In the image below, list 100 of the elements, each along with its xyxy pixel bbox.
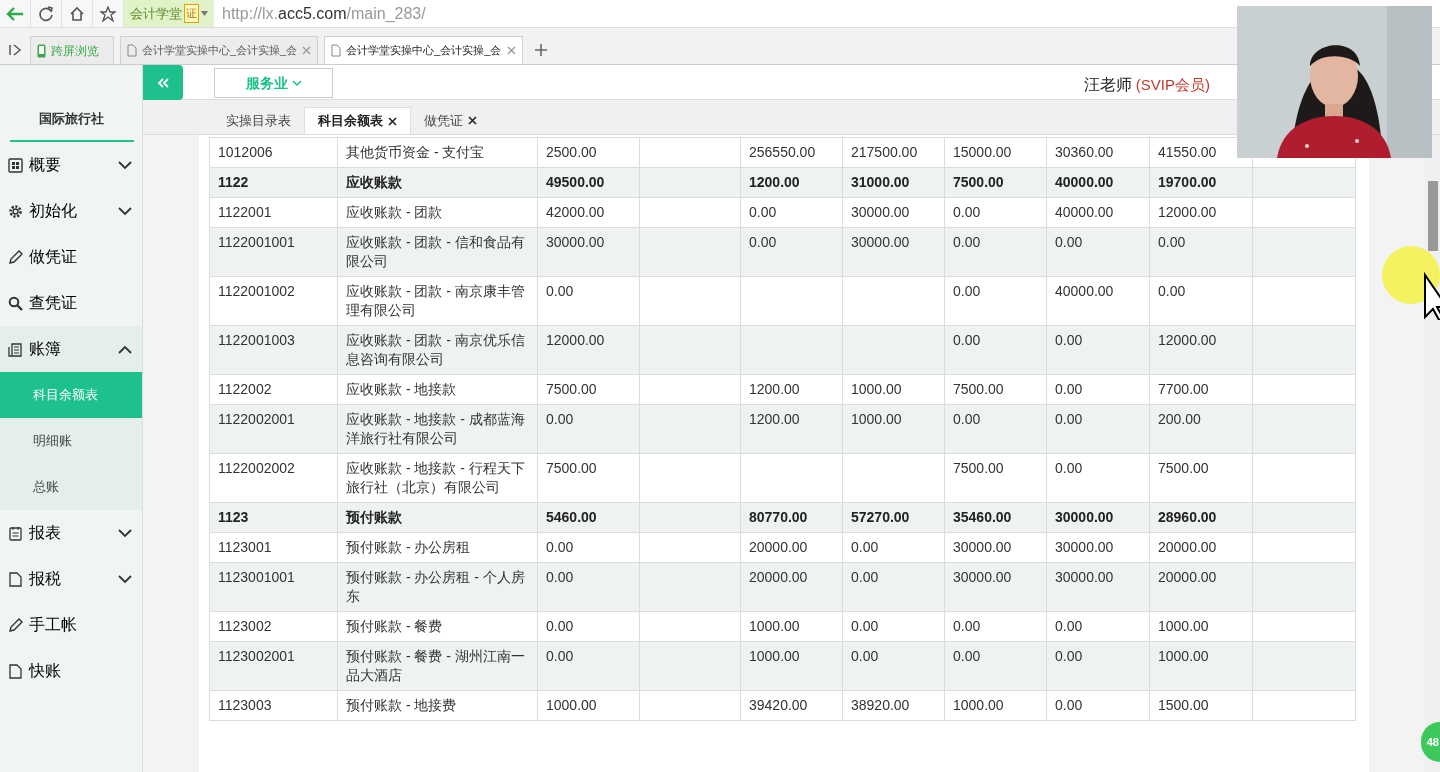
- table-cell: 1123001001: [209, 562, 338, 612]
- table-cell: 1122002002: [209, 453, 338, 503]
- table-cell: 预付账款 - 餐费: [337, 611, 538, 642]
- table-cell: 预付账款: [337, 502, 538, 533]
- table-cell: 应收账款 - 团款 - 南京优乐信息咨询有限公司: [337, 325, 538, 375]
- table-cell: 7500.00: [1149, 453, 1253, 503]
- table-cell: 0.00: [842, 641, 945, 691]
- table-cell: 12000.00: [537, 325, 640, 375]
- table-cell: 39420.00: [740, 690, 843, 721]
- table-cell: 应收账款 - 地接款 - 成都蓝海洋旅行社有限公司: [337, 404, 538, 454]
- table-cell: 12000.00: [1149, 325, 1253, 375]
- membership-label: (SVIP会员): [1135, 74, 1210, 95]
- table-cell: 57270.00: [842, 502, 945, 533]
- table-cell: 0.00: [537, 276, 640, 326]
- table-cell: 7500.00: [537, 453, 640, 503]
- table-cell: 31000.00: [842, 167, 945, 198]
- table-cell: 40000.00: [1046, 276, 1150, 326]
- table-cell: 应收账款: [337, 167, 538, 198]
- table-cell: 30000.00: [842, 227, 945, 277]
- table-cell: 1123002001: [209, 641, 338, 691]
- table-cell: 80770.00: [740, 502, 843, 533]
- table-cell: 0.00: [1046, 690, 1150, 721]
- table-cell: 0.00: [1046, 374, 1150, 405]
- table-cell: 1123003: [209, 690, 338, 721]
- table-cell: 0.00: [944, 641, 1047, 691]
- table-cell: 0.00: [842, 532, 945, 563]
- table-cell: 20000.00: [740, 532, 843, 563]
- table-cell: 19700.00: [1149, 167, 1253, 198]
- table-cell: 1000.00: [1149, 641, 1253, 691]
- table-cell: 1122001001: [209, 227, 338, 277]
- table-cell: 0.00: [944, 197, 1047, 228]
- table-cell: 40000.00: [1046, 167, 1150, 198]
- table-cell: 20000.00: [740, 562, 843, 612]
- table-cell: 30000.00: [944, 562, 1047, 612]
- table-cell: 应收账款 - 地接款 - 行程天下旅行社（北京）有限公司: [337, 453, 538, 503]
- table-cell: 1122002: [209, 374, 338, 405]
- table-cell: 30000.00: [842, 197, 945, 228]
- table-cell: 1000.00: [740, 641, 843, 691]
- table-cell: 1122002001: [209, 404, 338, 454]
- table-cell: 0.00: [1046, 611, 1150, 642]
- table-cell: 0.00: [944, 325, 1047, 375]
- table-cell: 0.00: [1046, 227, 1150, 277]
- table-cell: 30000.00: [1046, 562, 1150, 612]
- table-cell: 0.00: [842, 611, 945, 642]
- table-cell: 30000.00: [537, 227, 640, 277]
- table-cell: 30360.00: [1046, 137, 1150, 168]
- table-cell: 预付账款 - 地接费: [337, 690, 538, 721]
- table-cell: 0.00: [944, 227, 1047, 277]
- table-cell: 0.00: [537, 641, 640, 691]
- table-cell: 20000.00: [1149, 562, 1253, 612]
- table-cell: 28960.00: [1149, 502, 1253, 533]
- table-cell: 1500.00: [1149, 690, 1253, 721]
- table-cell: 1200.00: [740, 374, 843, 405]
- table-cell: 2500.00: [537, 137, 640, 168]
- table-cell: 预付账款 - 餐费 - 湖州江南一品大酒店: [337, 641, 538, 691]
- table-cell: 1000.00: [842, 374, 945, 405]
- table-cell: 20000.00: [1149, 532, 1253, 563]
- table-cell: 1200.00: [740, 167, 843, 198]
- table-cell: 0.00: [1149, 276, 1253, 326]
- table-cell: 0.00: [740, 197, 843, 228]
- table-cell: 49500.00: [537, 167, 640, 198]
- table-cell: 200.00: [1149, 404, 1253, 454]
- table-cell: 1000.00: [842, 404, 945, 454]
- table-cell: 1000.00: [944, 690, 1047, 721]
- table-cell: 0.00: [944, 404, 1047, 454]
- company-name: 国际旅行社: [38, 109, 104, 128]
- table-cell: 5460.00: [537, 502, 640, 533]
- table-cell: 0.00: [537, 404, 640, 454]
- table-cell: 7500.00: [944, 453, 1047, 503]
- table-cell: 0.00: [842, 562, 945, 612]
- table-cell: 0.00: [944, 611, 1047, 642]
- table-cell: 其他货币资金 - 支付宝: [337, 137, 538, 168]
- table-cell: 1200.00: [740, 404, 843, 454]
- table-cell: 预付账款 - 办公房租: [337, 532, 538, 563]
- table-cell: 0.00: [944, 276, 1047, 326]
- table-cell: 1000.00: [537, 690, 640, 721]
- table-cell: 30000.00: [1046, 532, 1150, 563]
- table-cell: 0.00: [1046, 404, 1150, 454]
- table-cell: 1012006: [209, 137, 338, 168]
- table-cell: 35460.00: [944, 502, 1047, 533]
- table-cell: 30000.00: [1046, 502, 1150, 533]
- table-cell: 7700.00: [1149, 374, 1253, 405]
- user-name: 汪老师: [1083, 75, 1132, 95]
- table-cell: 应收账款 - 团款 - 南京康丰管理有限公司: [337, 276, 538, 326]
- table-cell: 预付账款 - 办公房租 - 个人房东: [337, 562, 538, 612]
- table-cell: 1122: [209, 167, 338, 198]
- table-cell: 40000.00: [1046, 197, 1150, 228]
- table-cell: 1122001002: [209, 276, 338, 326]
- table-cell: 0.00: [537, 532, 640, 563]
- table-cell: 0.00: [1046, 453, 1150, 503]
- table-cell: 1000.00: [740, 611, 843, 642]
- table-cell: 42000.00: [537, 197, 640, 228]
- table-cell: 应收账款 - 地接款: [337, 374, 538, 405]
- table-cell: 217500.00: [842, 137, 945, 168]
- table-cell: 0.00: [1046, 325, 1150, 375]
- table-cell: 0.00: [1149, 227, 1253, 277]
- table-cell: 7500.00: [944, 374, 1047, 405]
- table-cell: 0.00: [740, 227, 843, 277]
- table-cell: 1000.00: [1149, 611, 1253, 642]
- table-cell: 7500.00: [537, 374, 640, 405]
